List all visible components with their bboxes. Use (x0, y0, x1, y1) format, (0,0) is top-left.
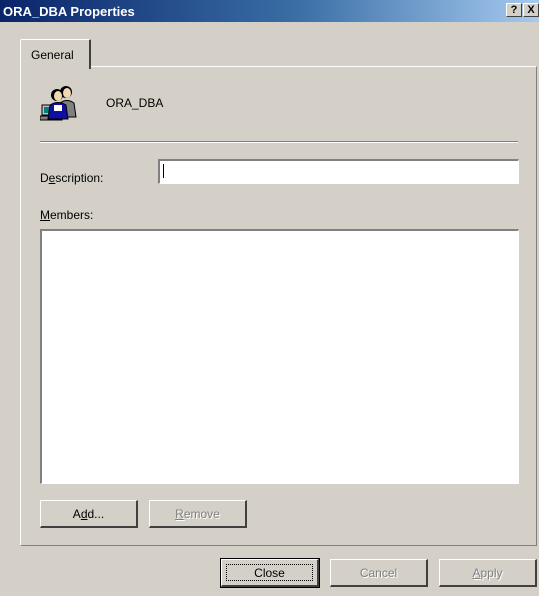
title-bar[interactable]: ORA_DBA Properties ? X (0, 0, 539, 22)
group-name: ORA_DBA (106, 96, 164, 110)
description-field[interactable] (158, 159, 519, 184)
description-label: Description: (40, 171, 104, 185)
window-title: ORA_DBA Properties (3, 4, 135, 19)
tab-general[interactable]: General (20, 39, 91, 69)
tab-general-label: General (31, 48, 74, 62)
text-cursor (163, 164, 164, 178)
members-label: Members: (40, 208, 94, 222)
close-window-button[interactable]: X (523, 3, 539, 17)
separator (40, 141, 518, 143)
close-button[interactable]: Close (220, 558, 320, 588)
members-list[interactable] (40, 229, 519, 484)
add-button[interactable]: Add... (40, 500, 138, 528)
cancel-button[interactable]: Cancel (330, 559, 428, 587)
apply-button[interactable]: Apply (439, 559, 537, 587)
user-group-icon (40, 86, 77, 121)
remove-button[interactable]: Remove (149, 500, 247, 528)
help-button[interactable]: ? (506, 3, 522, 17)
